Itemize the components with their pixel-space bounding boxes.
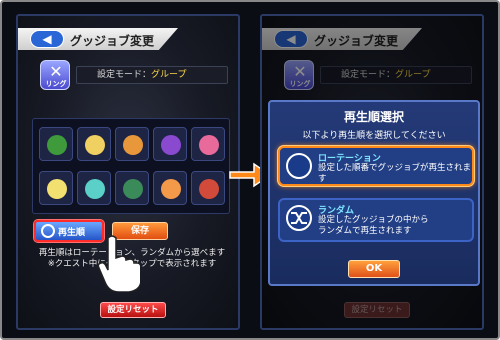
goodjob-slot[interactable] (153, 127, 187, 161)
random-desc-line-1: 設定したグッジョブの中から (318, 215, 429, 225)
character-icon (47, 179, 67, 199)
random-desc-line-2: ランダムで再生されます (318, 226, 412, 236)
character-icon (85, 179, 105, 199)
back-button[interactable]: ◀ (30, 30, 64, 48)
character-icon (161, 135, 181, 155)
shuffle-icon (286, 205, 312, 231)
rotation-option[interactable]: ローテーション 設定した順番でグッジョブが再生されます (278, 146, 474, 186)
goodjob-slot[interactable] (77, 171, 111, 205)
play-order-dialog: 再生順選択 以下より再生順を選択してください ローテーション 設定した順番でグッ… (268, 100, 480, 286)
play-order-label: 再生順 (58, 228, 86, 238)
goodjob-slot[interactable] (39, 127, 73, 161)
mode-display: 設定モード：グループ (76, 66, 228, 84)
ring-label: リング (45, 80, 67, 88)
left-screen: ◀ グッジョブ変更 ✕ リング 設定モード：グループ 再生順 保存 再生順はロー… (16, 14, 240, 330)
rotation-option-desc: 設定した順番でグッジョブが再生されます (318, 163, 472, 184)
ring-button[interactable]: ✕ リング (40, 60, 70, 90)
mode-value: グループ (151, 70, 187, 80)
reset-button[interactable]: 設定リセット (100, 302, 166, 318)
right-screen: ◀ グッジョブ変更 ✕ リング 設定モード：グループ 設定リセット 再生順選択 … (260, 14, 484, 330)
character-icon (199, 135, 219, 155)
character-icon (85, 135, 105, 155)
dialog-title: 再生順選択 (343, 110, 404, 124)
page-title: グッジョブ変更 (70, 34, 155, 48)
random-option[interactable]: ランダム 設定したグッジョブの中から ランダムで再生されます (278, 198, 474, 242)
dialog-subtitle: 以下より再生順を選択してください (302, 131, 446, 141)
mode-row: ✕ リング 設定モード：グループ (26, 60, 234, 90)
pointing-hand-icon (97, 235, 140, 292)
ok-button[interactable]: OK (348, 260, 400, 278)
goodjob-slot[interactable] (191, 171, 225, 205)
shuffle-glyph (291, 212, 307, 224)
character-icon (47, 135, 67, 155)
random-option-desc: 設定したグッジョブの中から ランダムで再生されます (318, 215, 429, 237)
goodjob-slot[interactable] (115, 127, 149, 161)
goodjob-slot[interactable] (39, 171, 73, 205)
character-icon (161, 179, 181, 199)
goodjob-grid (32, 118, 230, 214)
goodjob-slot[interactable] (115, 171, 149, 205)
goodjob-slot[interactable] (191, 127, 225, 161)
character-icon (199, 179, 219, 199)
character-icon (123, 135, 143, 155)
rotation-icon (286, 153, 312, 179)
rotation-icon (41, 224, 55, 238)
character-icon (123, 179, 143, 199)
tutorial-frame: ◀ グッジョブ変更 ✕ リング 設定モード：グループ 再生順 保存 再生順はロー… (0, 0, 500, 340)
goodjob-slot[interactable] (77, 127, 111, 161)
goodjob-slot[interactable] (153, 171, 187, 205)
mode-label: 設定モード： (97, 70, 152, 80)
